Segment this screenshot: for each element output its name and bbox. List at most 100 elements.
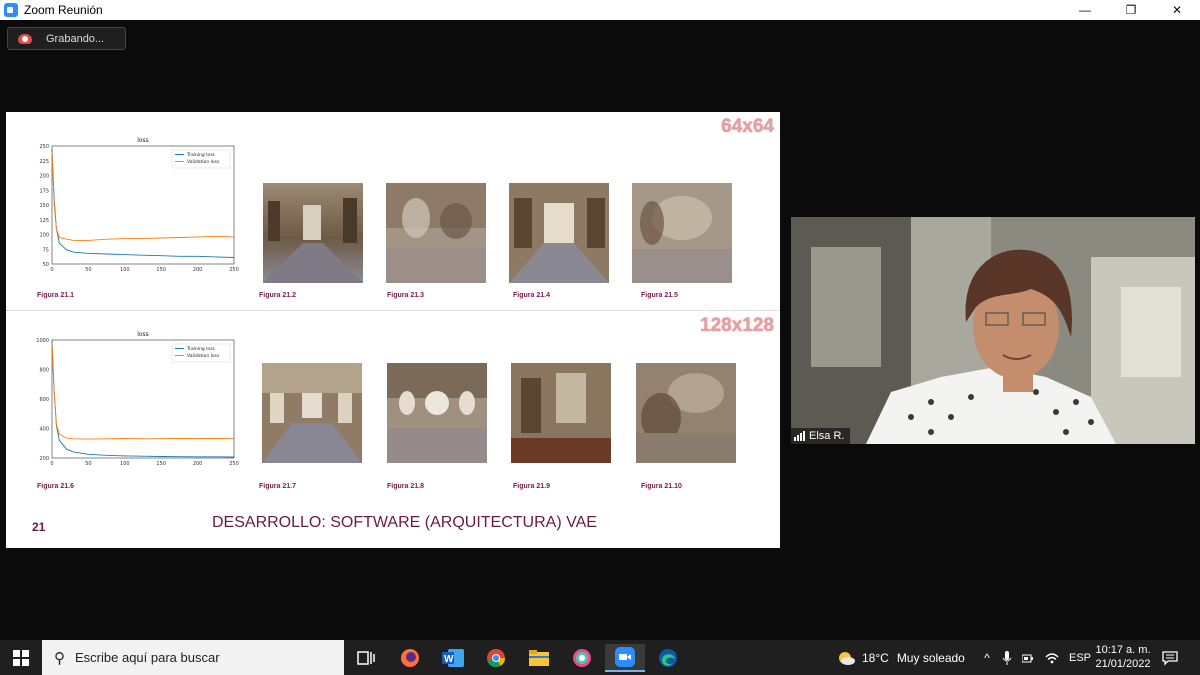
taskbar-app[interactable] bbox=[562, 644, 602, 672]
legend-label: Training loss bbox=[186, 346, 216, 352]
y-tick-label: 1000 bbox=[36, 338, 49, 344]
taskbar-zoom[interactable] bbox=[605, 644, 645, 672]
window-title: Zoom Reunión bbox=[24, 3, 103, 17]
wifi-icon[interactable] bbox=[1045, 652, 1059, 664]
battery-plug-icon[interactable] bbox=[1022, 652, 1036, 664]
weather-description: Muy soleado bbox=[896, 650, 965, 665]
loss-chart-128: loss 200 400 600 800 1000 0 50 100 150 200 250 Train… bbox=[30, 328, 240, 478]
resolution-label-64: 64x64 bbox=[721, 116, 774, 137]
svg-text:W: W bbox=[444, 654, 454, 665]
system-tray: ^ ESP bbox=[980, 640, 1091, 675]
zoom-app-icon bbox=[4, 3, 18, 17]
chrome-icon bbox=[487, 649, 505, 668]
colorful-app-icon bbox=[573, 649, 591, 667]
minimize-button[interactable]: — bbox=[1062, 0, 1108, 20]
x-tick-label: 0 bbox=[50, 267, 53, 273]
chart-svg: loss50751001251501752002252500 50 100 150 20… bbox=[39, 137, 239, 273]
caption-figure-21-6: Figura 21.6 bbox=[37, 483, 74, 490]
search-icon: ⚲ bbox=[54, 649, 65, 667]
y-tick-label: 150 bbox=[39, 203, 49, 209]
legend-label: Validation loss bbox=[187, 159, 220, 165]
search-placeholder: Escribe aquí para buscar bbox=[75, 650, 220, 665]
caption-figure-21-3: Figura 21.3 bbox=[387, 292, 424, 299]
weather-sun-icon bbox=[839, 651, 855, 665]
caption-figure-21-10: Figura 21.10 bbox=[641, 483, 682, 490]
task-view-icon bbox=[357, 651, 375, 665]
x-tick-label: 150 bbox=[156, 267, 166, 273]
loss-chart-64: loss 50 75 100 125 150 175 200 225 250 0 50 100 150 20… bbox=[30, 134, 240, 284]
legend-label: Validation loss bbox=[187, 353, 220, 359]
caption-figure-21-2: Figura 21.2 bbox=[259, 292, 296, 299]
edge-icon bbox=[659, 649, 677, 667]
participant-name: Elsa R. bbox=[809, 430, 845, 442]
y-tick-label: 75 bbox=[43, 247, 49, 253]
cloud-record-icon bbox=[18, 33, 32, 44]
weather-widget[interactable]: 18°C Muy soleado bbox=[836, 640, 965, 675]
task-view-button[interactable] bbox=[346, 644, 386, 672]
x-tick-label: 250 bbox=[229, 461, 239, 467]
figure-21-7-image bbox=[262, 363, 362, 463]
x-tick-label: 50 bbox=[85, 461, 91, 467]
window-titlebar: Zoom Reunión — ❐ ✕ bbox=[0, 0, 1200, 20]
taskbar-search-box[interactable]: ⚲ Escribe aquí para buscar bbox=[42, 640, 344, 675]
notification-icon bbox=[1162, 650, 1178, 666]
y-tick-label: 175 bbox=[39, 188, 49, 194]
participant-video-frame bbox=[791, 217, 1195, 444]
zoom-icon bbox=[615, 647, 635, 667]
taskbar-firefox[interactable] bbox=[390, 644, 430, 672]
caption-figure-21-4: Figura 21.4 bbox=[513, 292, 550, 299]
x-tick-label: 100 bbox=[120, 461, 130, 467]
windows-logo-icon bbox=[13, 649, 29, 666]
caption-figure-21-7: Figura 21.7 bbox=[259, 483, 296, 490]
y-tick-label: 600 bbox=[39, 397, 49, 403]
y-tick-label: 225 bbox=[39, 159, 49, 165]
y-tick-label: 200 bbox=[39, 456, 49, 462]
participant-name-tag: Elsa R. bbox=[791, 428, 851, 444]
firefox-icon bbox=[401, 649, 419, 667]
chart-title: loss bbox=[137, 331, 149, 338]
x-tick-label: 200 bbox=[193, 267, 203, 273]
y-tick-label: 50 bbox=[43, 262, 49, 268]
notifications-button[interactable] bbox=[1162, 640, 1178, 675]
language-indicator[interactable]: ESP bbox=[1069, 652, 1091, 664]
chevron-up-icon[interactable]: ^ bbox=[980, 651, 994, 665]
close-button[interactable]: ✕ bbox=[1154, 0, 1200, 20]
caption-figure-21-5: Figura 21.5 bbox=[641, 292, 678, 299]
figure-21-8-image bbox=[387, 363, 487, 463]
caption-figure-21-9: Figura 21.9 bbox=[513, 483, 550, 490]
y-tick-label: 250 bbox=[39, 144, 49, 150]
y-tick-label: 400 bbox=[39, 427, 49, 433]
slide-number: 21 bbox=[32, 520, 46, 534]
taskbar-word[interactable]: W bbox=[433, 644, 473, 672]
recording-label: Grabando... bbox=[46, 32, 105, 45]
start-button[interactable] bbox=[0, 640, 42, 675]
figure-21-4-image bbox=[509, 183, 609, 283]
y-tick-label: 100 bbox=[39, 233, 49, 239]
x-tick-label: 50 bbox=[85, 267, 91, 273]
clock-time: 10:17 a. m. bbox=[1095, 644, 1151, 656]
taskbar-edge[interactable] bbox=[648, 644, 688, 672]
signal-strength-icon bbox=[794, 430, 805, 441]
clock-date: 21/01/2022 bbox=[1095, 658, 1151, 670]
taskbar-file-explorer[interactable] bbox=[519, 644, 559, 672]
microphone-icon[interactable] bbox=[1002, 650, 1012, 666]
y-tick-label: 800 bbox=[39, 368, 49, 374]
shared-slide: 64x64 128x128 loss 50 75 100 125 150 175 200 225… bbox=[6, 112, 780, 548]
section-divider bbox=[6, 310, 780, 311]
figure-21-3-image bbox=[386, 183, 486, 283]
recording-indicator[interactable]: Grabando... bbox=[7, 27, 126, 50]
taskbar-clock[interactable]: 10:17 a. m. 21/01/2022 bbox=[1090, 643, 1156, 671]
x-tick-label: 200 bbox=[193, 461, 203, 467]
figure-21-2-image bbox=[263, 183, 363, 283]
figure-21-10-image bbox=[636, 363, 736, 463]
legend-label: Training loss bbox=[186, 152, 216, 158]
figure-21-5-image bbox=[632, 183, 732, 283]
participant-video[interactable]: Elsa R. bbox=[791, 217, 1195, 444]
chart-svg: loss 200 400 600 800 1000 0 50 100 150 200 250 Train… bbox=[36, 331, 239, 467]
taskbar-chrome[interactable] bbox=[476, 644, 516, 672]
restore-button[interactable]: ❐ bbox=[1108, 0, 1154, 20]
y-tick-label: 125 bbox=[39, 218, 49, 224]
x-tick-label: 150 bbox=[156, 461, 166, 467]
x-tick-label: 250 bbox=[229, 267, 239, 273]
word-icon: W bbox=[442, 649, 464, 667]
